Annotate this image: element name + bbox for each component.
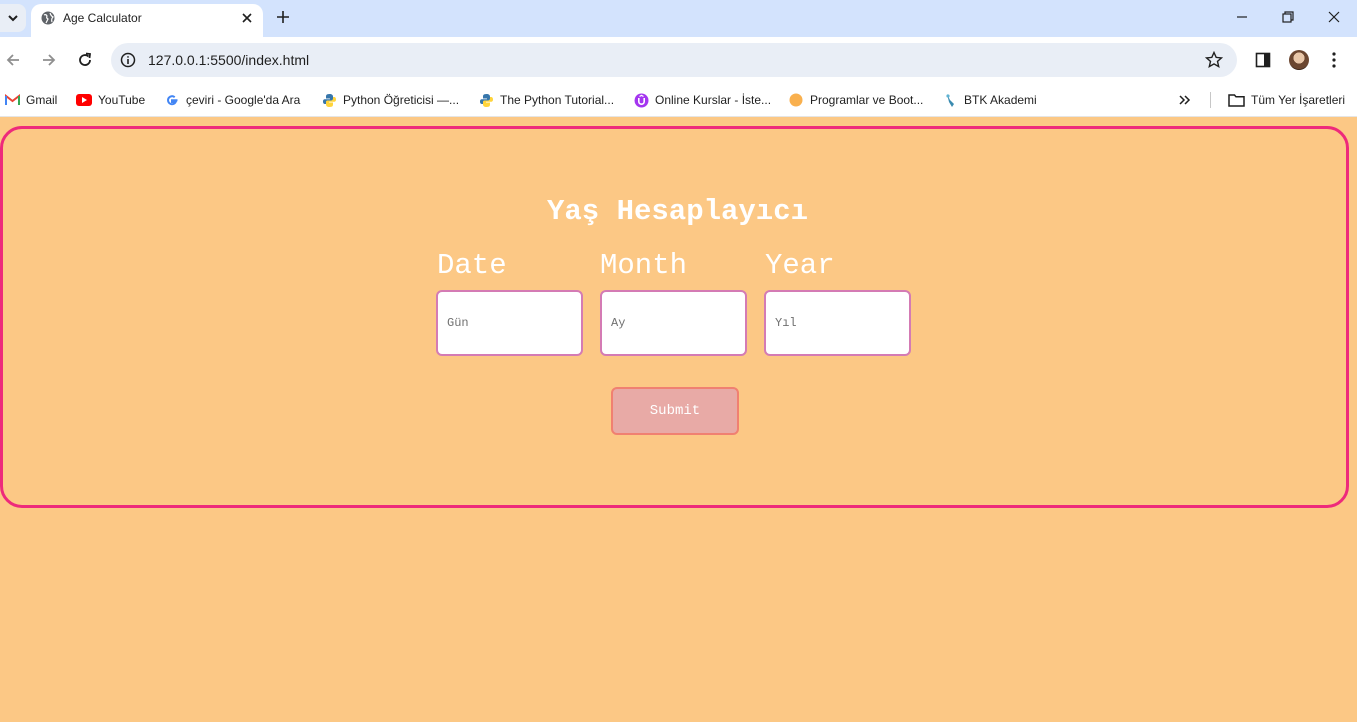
reload-icon	[79, 52, 92, 66]
reload-button[interactable]	[73, 48, 97, 72]
restore-icon	[1282, 11, 1294, 23]
window-close-button[interactable]	[1319, 4, 1349, 30]
arrow-right-icon	[43, 54, 56, 66]
day-input[interactable]	[436, 290, 583, 356]
date-label: Date	[437, 249, 507, 282]
folder-icon	[1227, 92, 1245, 108]
address-bar[interactable]: 127.0.0.1:5500/index.html	[111, 43, 1237, 77]
bookmark-youtube[interactable]: YouTube	[76, 90, 145, 110]
page-content: Yaş Hesaplayıcı Date Month Year Submit	[0, 118, 1357, 722]
tab-search-button[interactable]	[0, 4, 26, 32]
bookmark-label: Programlar ve Boot...	[810, 93, 924, 107]
year-input[interactable]	[764, 290, 911, 356]
month-input[interactable]	[600, 290, 747, 356]
bookmark-label: YouTube	[98, 93, 146, 107]
bookmark-label: BTK Akademi	[964, 93, 1037, 107]
minimize-icon	[1237, 16, 1247, 18]
udemy-icon	[633, 92, 649, 108]
back-button[interactable]	[1, 48, 25, 72]
info-icon[interactable]	[120, 52, 136, 68]
tab-close-button[interactable]	[238, 9, 256, 27]
circle-icon	[788, 92, 804, 108]
avatar	[1289, 50, 1309, 70]
forward-button[interactable]	[37, 48, 61, 72]
all-bookmarks-label: Tüm Yer İşaretleri	[1251, 93, 1346, 107]
btk-icon	[942, 92, 958, 108]
menu-button[interactable]	[1323, 49, 1345, 71]
tab-strip: Age Calculator	[0, 0, 1357, 37]
bookmark-python-ogreticisi[interactable]: Python Öğreticisi —...	[321, 90, 459, 110]
bookmark-label: Python Öğreticisi —...	[343, 93, 460, 107]
all-bookmarks-folder[interactable]: Tüm Yer İşaretleri	[1227, 90, 1345, 110]
month-label: Month	[600, 249, 688, 282]
minimize-button[interactable]	[1227, 4, 1257, 30]
page-title: Yaş Hesaplayıcı	[546, 195, 809, 228]
bookmark-label: Online Kurslar - İste...	[655, 93, 772, 107]
star-icon[interactable]	[1205, 51, 1223, 69]
python-icon	[478, 92, 494, 108]
bookmark-btk-akademi[interactable]: BTK Akademi	[942, 90, 1037, 110]
bookmarks-bar: Gmail YouTube çeviri - Google'da Ara Pyt…	[0, 83, 1357, 117]
bookmark-label: Gmail	[26, 93, 58, 107]
arrow-left-icon	[6, 54, 19, 66]
double-chevron-right-icon	[1179, 95, 1191, 105]
close-icon	[1328, 11, 1340, 23]
profile-button[interactable]	[1288, 49, 1310, 71]
bookmark-programlar[interactable]: Programlar ve Boot...	[788, 90, 923, 110]
submit-button[interactable]: Submit	[611, 387, 739, 435]
year-label: Year	[765, 249, 835, 282]
google-icon	[164, 92, 180, 108]
side-panel-button[interactable]	[1252, 49, 1274, 71]
bookmark-python-tutorial[interactable]: The Python Tutorial...	[478, 90, 614, 110]
globe-icon	[41, 11, 55, 25]
youtube-icon	[76, 92, 92, 108]
close-icon	[242, 13, 252, 23]
restore-button[interactable]	[1273, 4, 1303, 30]
url-text[interactable]: 127.0.0.1:5500/index.html	[148, 52, 309, 68]
gmail-icon	[4, 92, 20, 108]
tab-title: Age Calculator	[63, 11, 142, 25]
age-calculator-card: Yaş Hesaplayıcı Date Month Year Submit	[0, 126, 1349, 508]
bookmark-label: çeviri - Google'da Ara	[186, 93, 301, 107]
browser-tab[interactable]: Age Calculator	[31, 4, 263, 37]
plus-icon	[277, 11, 289, 23]
bookmarks-separator	[1210, 92, 1211, 108]
more-bookmarks-button[interactable]	[1178, 90, 1192, 110]
new-tab-button[interactable]	[272, 6, 294, 28]
more-vertical-icon	[1332, 52, 1336, 68]
python-icon	[321, 92, 337, 108]
bookmark-label: The Python Tutorial...	[500, 93, 615, 107]
chevron-down-icon	[8, 15, 18, 22]
side-panel-icon	[1255, 52, 1271, 68]
bookmark-gmail[interactable]: Gmail	[4, 90, 57, 110]
bookmark-online-kurslar[interactable]: Online Kurslar - İste...	[633, 90, 771, 110]
bookmark-google-search[interactable]: çeviri - Google'da Ara	[164, 90, 300, 110]
browser-toolbar: 127.0.0.1:5500/index.html	[0, 37, 1357, 83]
